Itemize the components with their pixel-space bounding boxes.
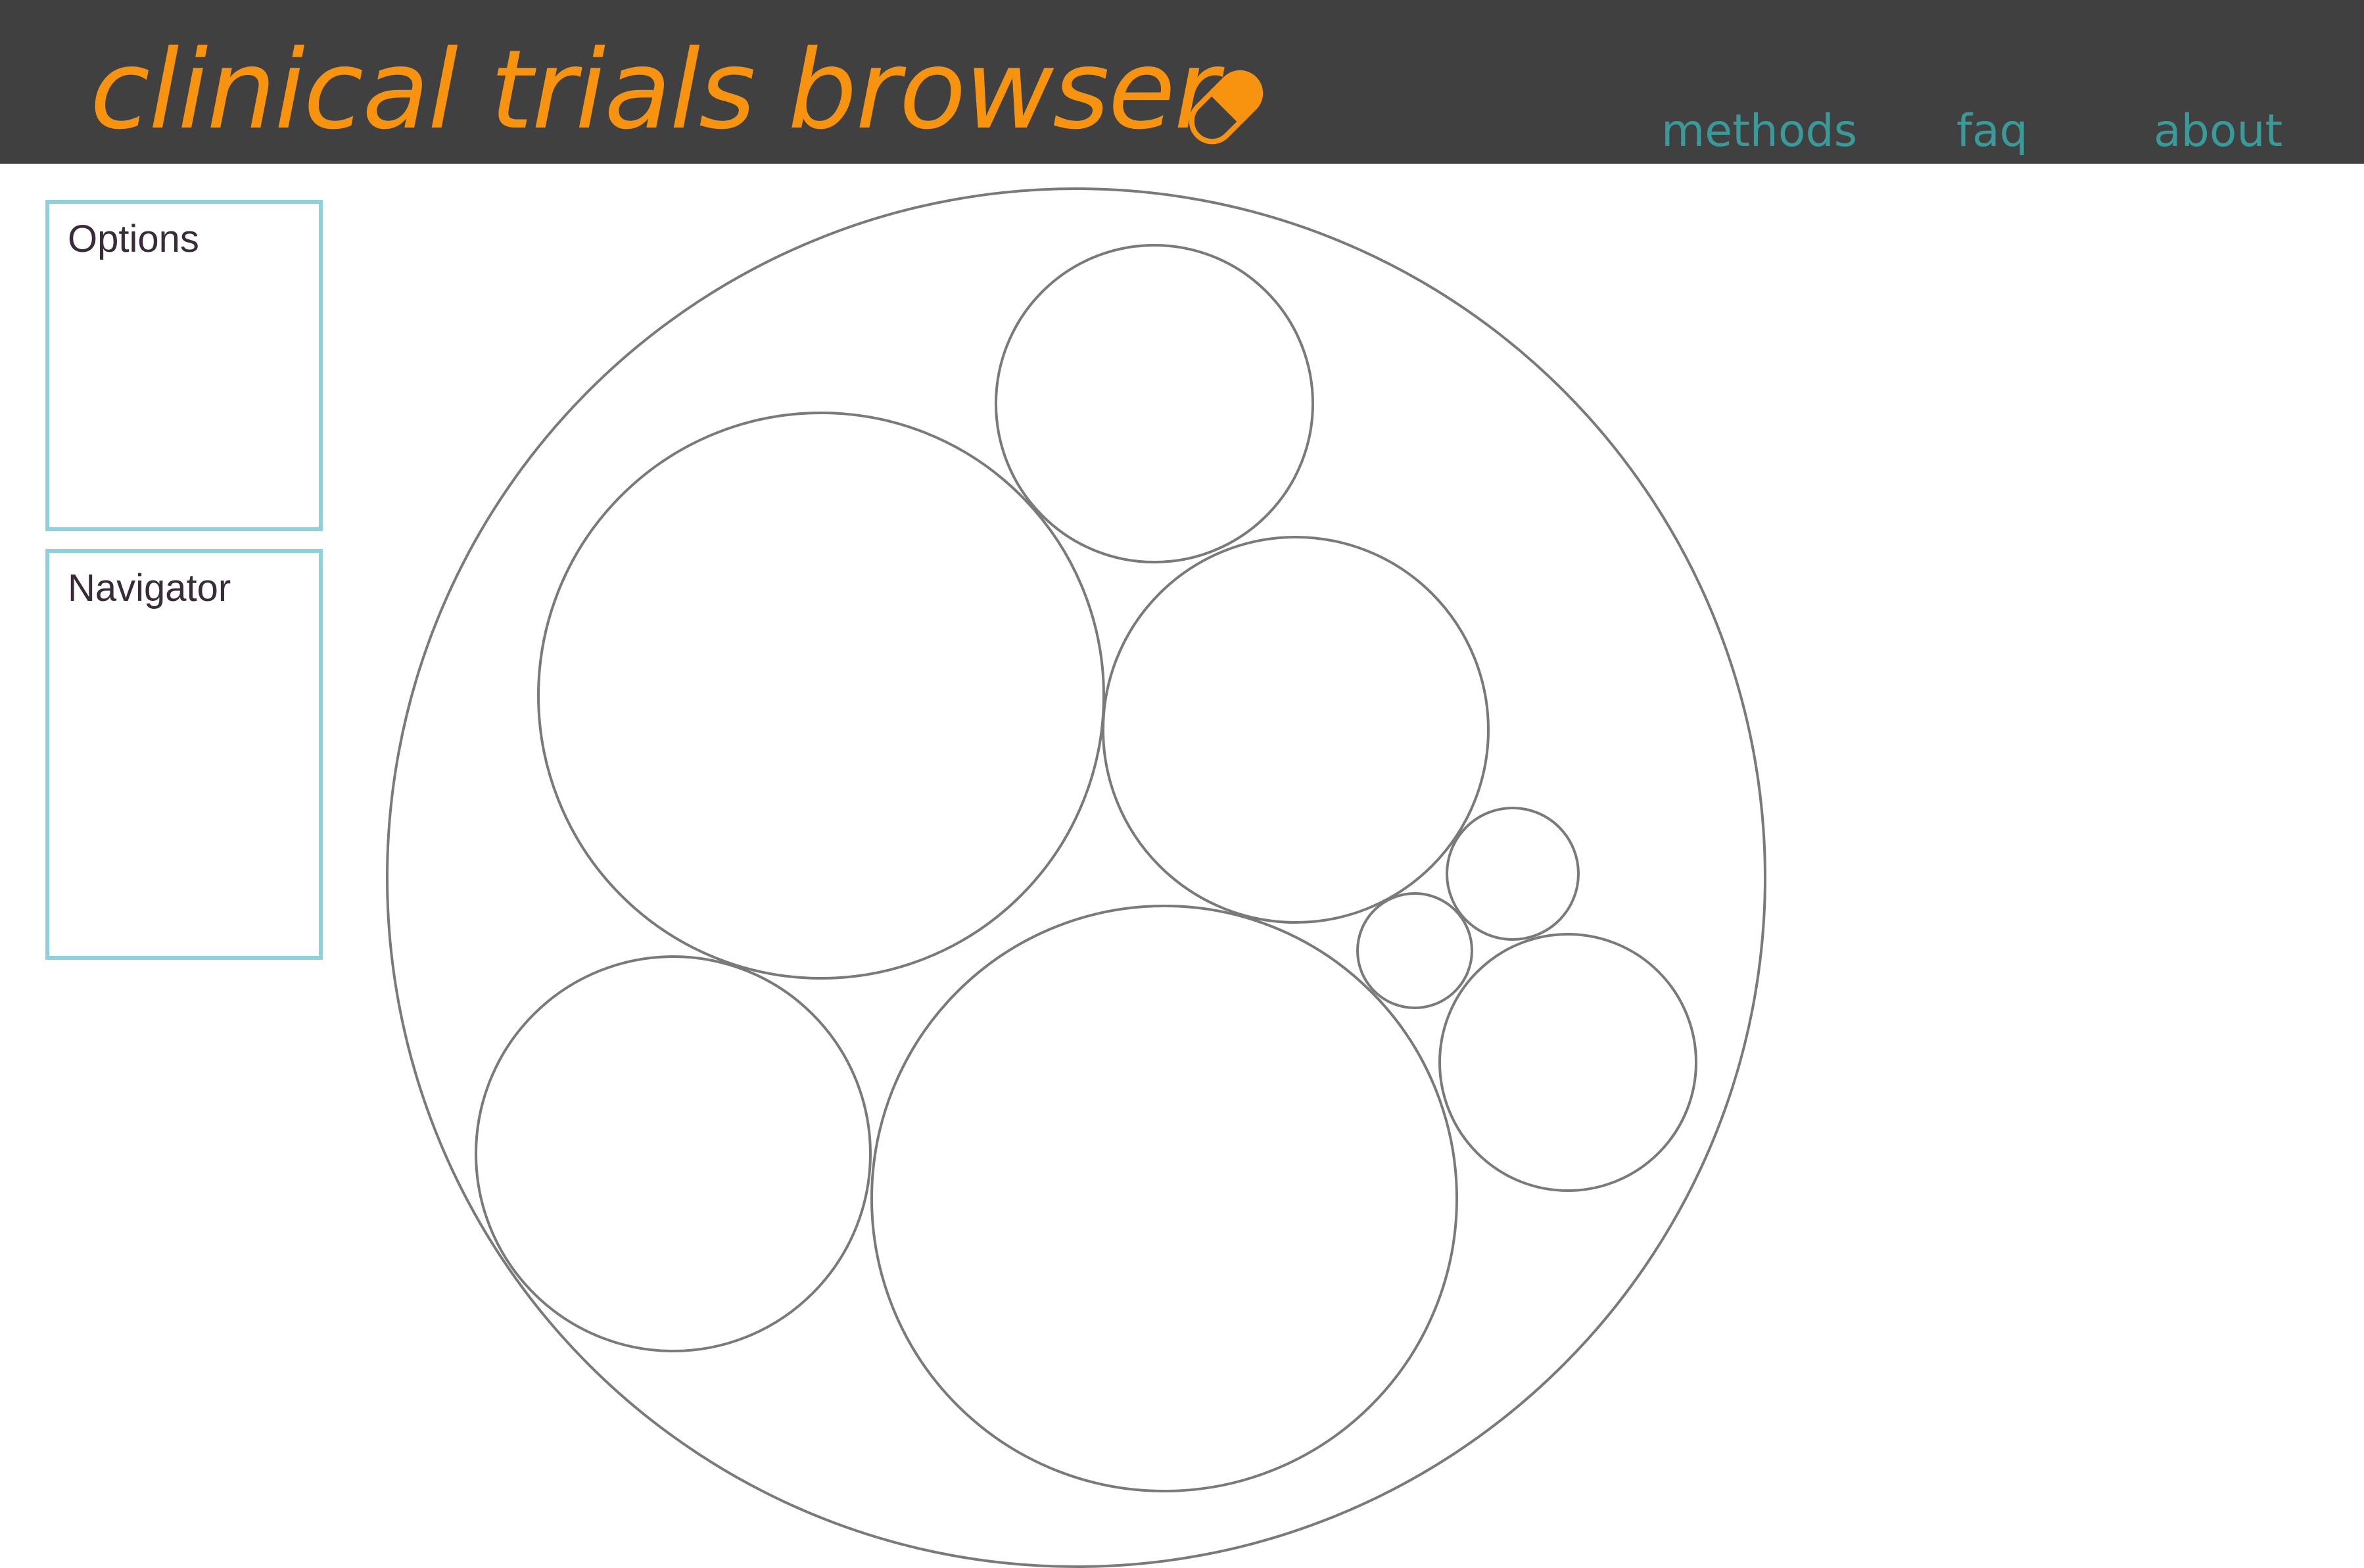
child-bubble[interactable] [537,412,1105,980]
bubble-chart[interactable] [368,178,1782,1568]
app-header: clinical trials browser methods faq abou… [0,0,2364,164]
child-bubble[interactable] [1446,807,1580,941]
child-bubble[interactable] [1102,536,1490,924]
outer-bubble[interactable] [386,187,1766,1568]
nav-link-faq[interactable]: faq [1956,105,2028,158]
child-bubble[interactable] [995,244,1314,563]
options-panel-title: Options [68,218,199,260]
child-bubble[interactable] [475,955,872,1352]
nav-link-about[interactable]: about [2154,105,2282,158]
options-panel: Options [45,200,323,531]
app-title: clinical trials browser [90,27,1219,154]
navigator-panel: Navigator [45,549,323,960]
child-bubble[interactable] [870,905,1458,1492]
pill-capsule-icon [1189,70,1264,145]
child-bubble[interactable] [1356,892,1473,1009]
nav-link-methods[interactable]: methods [1661,105,1857,158]
navigator-panel-title: Navigator [68,567,231,609]
child-bubble[interactable] [1438,933,1697,1192]
